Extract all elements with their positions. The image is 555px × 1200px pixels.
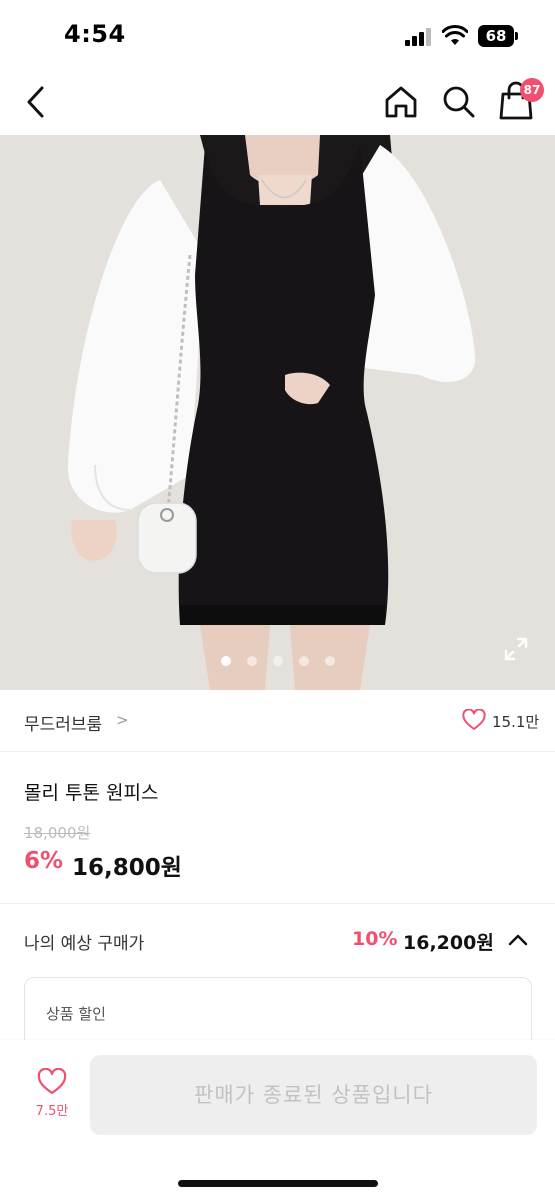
brand-row: 무드러브룸 > 15.1만	[0, 690, 555, 752]
like-button[interactable]: 7.5만	[22, 1068, 82, 1128]
expected-discount-rate: 10%	[352, 928, 398, 950]
product-image[interactable]	[0, 135, 555, 690]
product-discount-label: 상품 할인	[46, 1005, 106, 1023]
carousel-dot-1[interactable]	[220, 656, 231, 666]
brand-like-count: 15.1만	[492, 713, 540, 731]
sale-ended-button: 판매가 종료된 상품입니다	[90, 1055, 537, 1135]
battery-nub	[515, 32, 518, 40]
top-navigation	[0, 70, 555, 134]
carousel-indicator	[0, 651, 555, 666]
back-icon[interactable]	[18, 82, 54, 122]
carousel-dot-3[interactable]	[272, 656, 283, 666]
carousel-dot-2[interactable]	[246, 656, 257, 666]
product-title: 몰리 투톤 원피스	[24, 782, 159, 804]
search-icon[interactable]	[440, 82, 478, 122]
sale-price: 16,800원	[72, 855, 182, 881]
discount-rate: 6%	[24, 848, 64, 874]
expected-price: 16,200원	[403, 932, 494, 954]
chevron-up-icon[interactable]	[506, 928, 530, 952]
expected-price-label: 나의 예상 구매가	[24, 934, 145, 954]
wifi-icon	[442, 25, 468, 45]
carousel-dot-4[interactable]	[298, 656, 309, 666]
battery-indicator: 68	[478, 25, 514, 47]
status-bar: 4:54 68	[0, 0, 555, 70]
product-photo	[0, 135, 555, 690]
brand-like-button[interactable]: 15.1만	[462, 708, 542, 734]
section-divider	[0, 903, 555, 904]
home-icon[interactable]	[382, 82, 420, 122]
carousel-dot-5[interactable]	[324, 656, 335, 666]
heart-icon	[37, 1068, 67, 1095]
home-indicator	[178, 1180, 378, 1187]
like-count: 7.5만	[35, 1104, 69, 1119]
original-price: 18,000원	[24, 824, 91, 842]
status-time: 4:54	[64, 20, 126, 48]
chevron-right-icon: >	[116, 711, 129, 729]
heart-icon	[462, 709, 486, 730]
cellular-signal-icon	[405, 28, 435, 46]
cart-count-badge: 87	[520, 78, 544, 102]
brand-name-link[interactable]: 무드러브룸	[24, 710, 102, 735]
